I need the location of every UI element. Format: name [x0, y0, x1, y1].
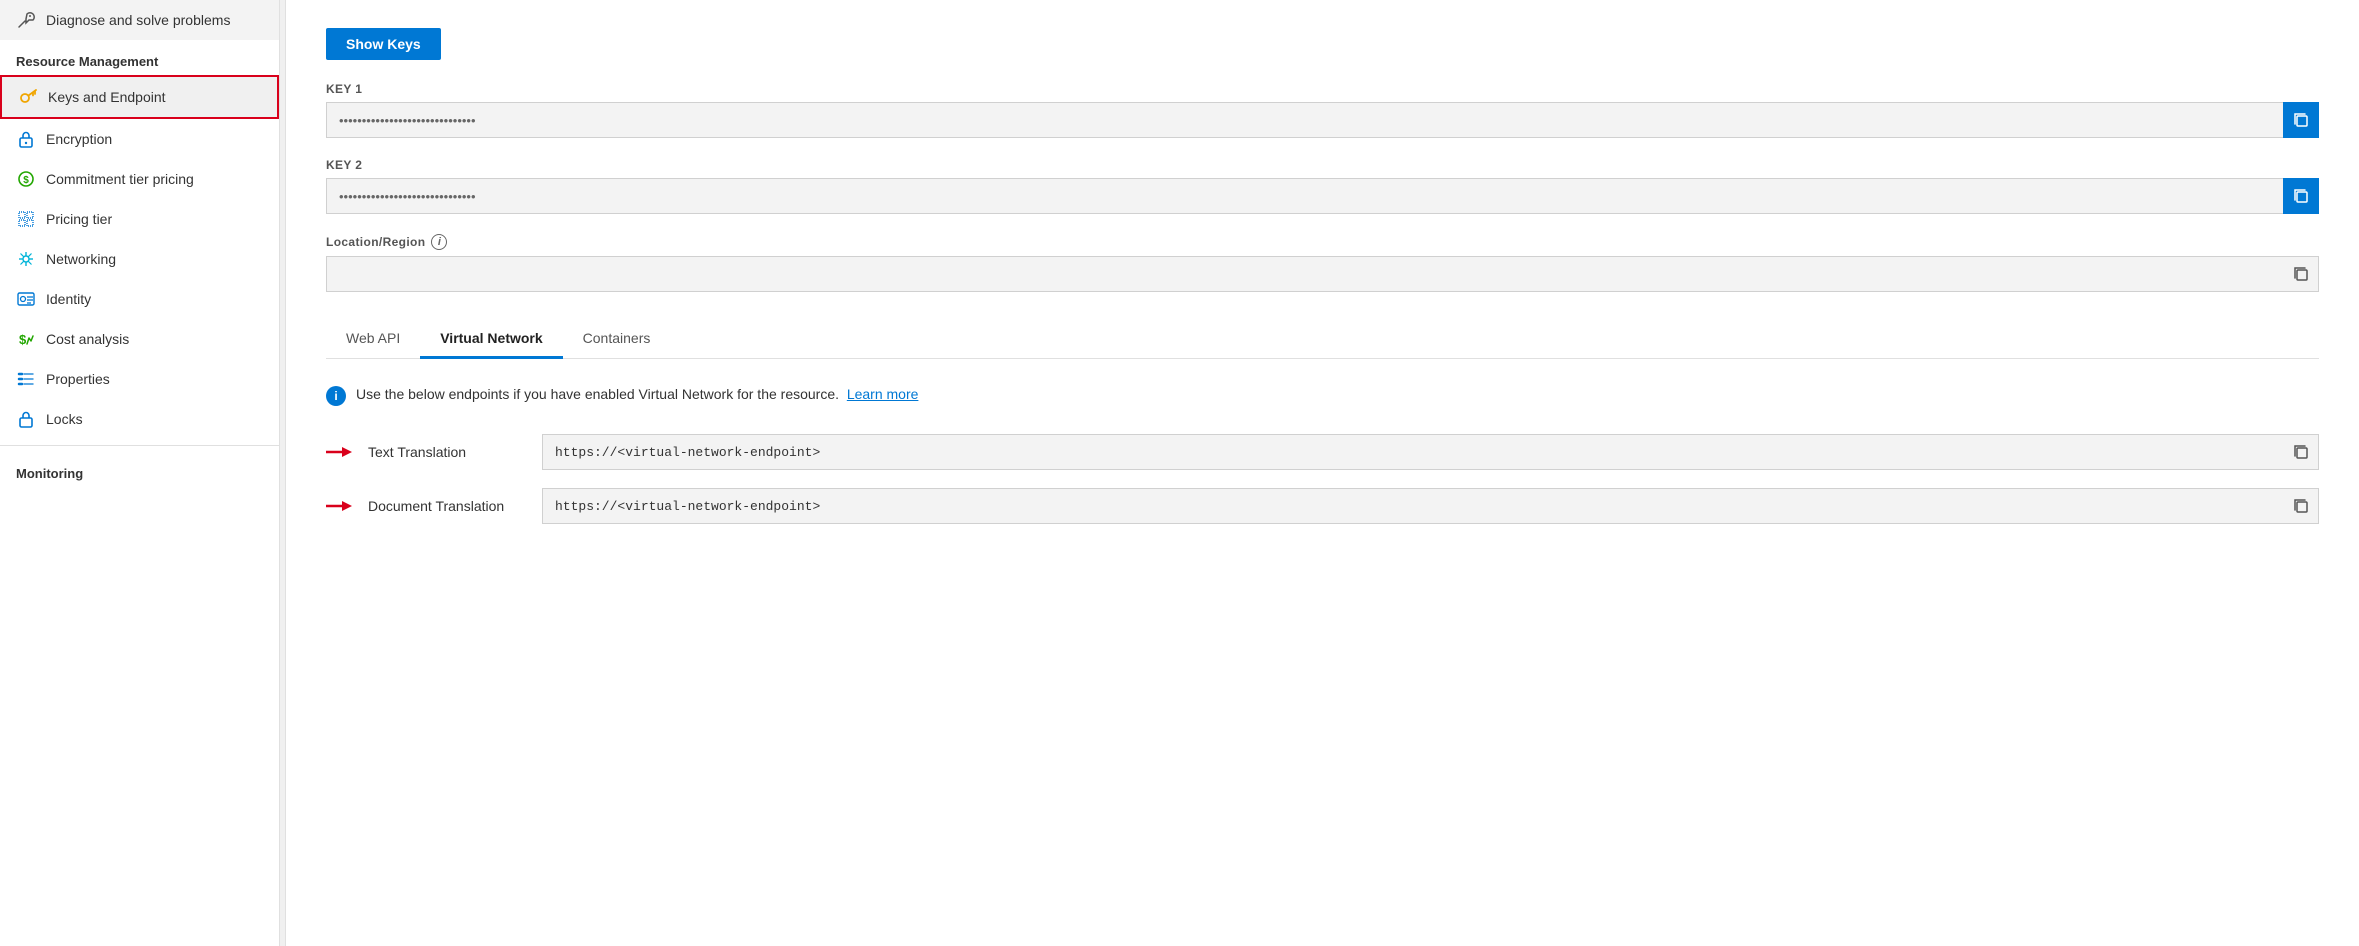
resource-management-title: Resource Management	[0, 40, 279, 75]
diagnose-label: Diagnose and solve problems	[46, 12, 263, 28]
sidebar-item-properties[interactable]: Properties	[0, 359, 279, 399]
cost-analysis-icon: $	[16, 329, 36, 349]
sidebar: Diagnose and solve problems Resource Man…	[0, 0, 280, 946]
sidebar-item-cost-analysis[interactable]: $ Cost analysis	[0, 319, 279, 359]
info-icon: i	[326, 386, 346, 406]
wrench-icon	[16, 10, 36, 30]
key2-copy-button[interactable]	[2283, 178, 2319, 214]
key1-row	[326, 102, 2319, 138]
text-translation-label: Text Translation	[368, 444, 528, 460]
network-icon	[16, 249, 36, 269]
identity-label: Identity	[46, 291, 263, 307]
document-translation-copy-button[interactable]	[2283, 488, 2319, 524]
key-icon	[18, 87, 38, 107]
sidebar-item-commitment-tier[interactable]: $ Commitment tier pricing	[0, 159, 279, 199]
show-keys-button[interactable]: Show Keys	[326, 28, 441, 60]
tabs-bar: Web API Virtual Network Containers	[326, 320, 2319, 359]
sidebar-item-diagnose[interactable]: Diagnose and solve problems	[0, 0, 279, 40]
tab-web-api[interactable]: Web API	[326, 320, 420, 359]
key1-label: KEY 1	[326, 82, 2319, 96]
sidebar-item-encryption[interactable]: Encryption	[0, 119, 279, 159]
cost-analysis-label: Cost analysis	[46, 331, 263, 347]
sidebar-item-locks[interactable]: Locks	[0, 399, 279, 439]
commitment-tier-label: Commitment tier pricing	[46, 171, 263, 187]
key2-row	[326, 178, 2319, 214]
location-label-row: Location/Region i	[326, 234, 2319, 250]
grid-icon	[16, 209, 36, 229]
document-translation-input[interactable]	[542, 488, 2283, 524]
pricing-tier-label: Pricing tier	[46, 211, 263, 227]
key2-label: KEY 2	[326, 158, 2319, 172]
tab-containers[interactable]: Containers	[563, 320, 671, 359]
text-translation-copy-button[interactable]	[2283, 434, 2319, 470]
sidebar-divider	[0, 445, 279, 446]
encryption-label: Encryption	[46, 131, 263, 147]
sidebar-item-networking[interactable]: Networking	[0, 239, 279, 279]
sidebar-item-pricing-tier[interactable]: Pricing tier	[0, 199, 279, 239]
text-translation-arrow-icon	[326, 443, 354, 461]
key1-copy-button[interactable]	[2283, 102, 2319, 138]
location-row	[326, 256, 2319, 292]
tabs-section: Web API Virtual Network Containers i Use…	[326, 320, 2319, 524]
document-translation-field-row	[542, 488, 2319, 524]
circle-dollar-icon: $	[16, 169, 36, 189]
location-label: Location/Region	[326, 235, 425, 249]
location-field-group: Location/Region i	[326, 234, 2319, 292]
key1-field-group: KEY 1	[326, 82, 2319, 138]
sidebar-item-identity[interactable]: Identity	[0, 279, 279, 319]
text-translation-field-row	[542, 434, 2319, 470]
locks-label: Locks	[46, 411, 263, 427]
main-content: Show Keys KEY 1 KEY 2	[286, 0, 2359, 946]
text-translation-row: Text Translation	[326, 434, 2319, 470]
identity-icon	[16, 289, 36, 309]
location-input[interactable]	[326, 256, 2283, 292]
lock-icon	[16, 129, 36, 149]
text-translation-input[interactable]	[542, 434, 2283, 470]
key2-field-group: KEY 2	[326, 158, 2319, 214]
monitoring-title: Monitoring	[0, 452, 279, 487]
keys-endpoint-label: Keys and Endpoint	[48, 89, 261, 105]
document-translation-label: Document Translation	[368, 498, 528, 514]
info-banner: i Use the below endpoints if you have en…	[326, 381, 2319, 410]
key1-input[interactable]	[326, 102, 2283, 138]
document-translation-row: Document Translation	[326, 488, 2319, 524]
properties-icon	[16, 369, 36, 389]
learn-more-link[interactable]: Learn more	[847, 386, 919, 402]
key2-input[interactable]	[326, 178, 2283, 214]
properties-label: Properties	[46, 371, 263, 387]
svg-text:$: $	[19, 332, 27, 347]
document-translation-arrow-icon	[326, 497, 354, 515]
location-copy-button[interactable]	[2283, 256, 2319, 292]
networking-label: Networking	[46, 251, 263, 267]
svg-text:$: $	[23, 175, 29, 186]
tab-virtual-network[interactable]: Virtual Network	[420, 320, 562, 359]
info-text: Use the below endpoints if you have enab…	[356, 385, 918, 405]
lock-closed-icon	[16, 409, 36, 429]
sidebar-item-keys-endpoint[interactable]: Keys and Endpoint	[0, 75, 279, 119]
location-info-icon[interactable]: i	[431, 234, 447, 250]
